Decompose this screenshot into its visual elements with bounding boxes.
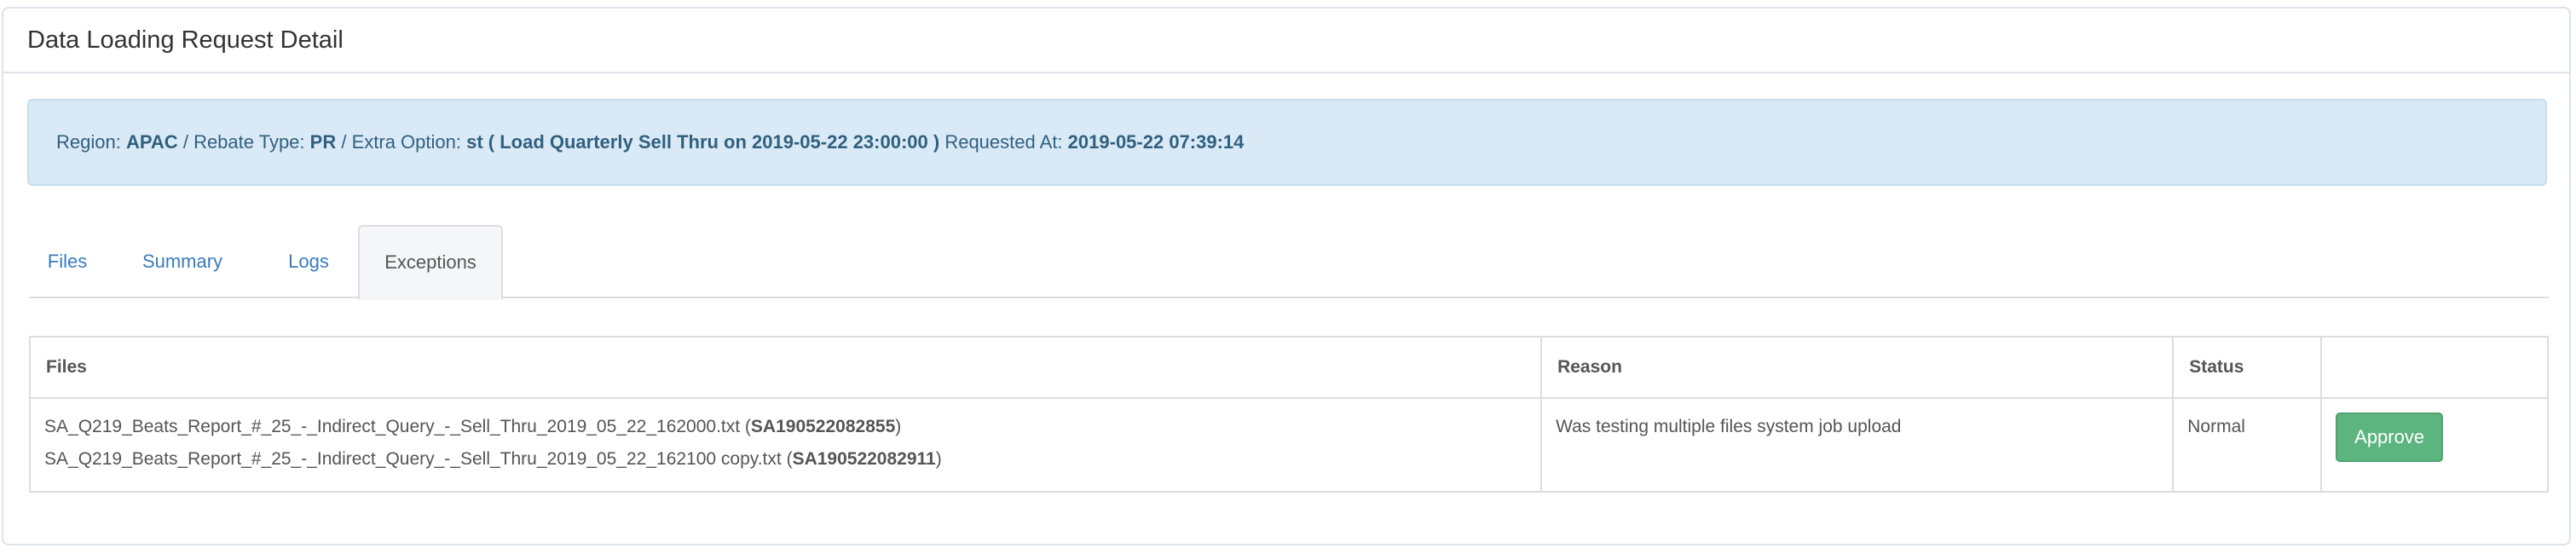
status-cell: Normal <box>2172 397 2323 493</box>
reason-cell: Was testing multiple files system job up… <box>1540 397 2175 493</box>
tab-logs[interactable]: Logs <box>259 225 358 298</box>
table-row: SA_Q219_Beats_Report_#_25_-_Indirect_Que… <box>28 397 2549 493</box>
region-value: APAC <box>125 131 178 153</box>
column-header-reason: Reason <box>1540 336 2175 399</box>
column-header-status: Status <box>2172 336 2323 399</box>
panel-heading: Data Loading Request Detail <box>3 9 2569 73</box>
extra-option-value: st ( Load Quarterly Sell Thru on 2019-05… <box>466 131 940 153</box>
requested-at-value: 2019-05-22 07:39:14 <box>1067 131 1245 153</box>
column-header-files: Files <box>28 336 1543 399</box>
extra-option-label: Extra Option: <box>351 131 461 153</box>
file-entry: SA_Q219_Beats_Report_#_25_-_Indirect_Que… <box>44 417 902 436</box>
rebate-type-value: PR <box>309 131 337 153</box>
file-id: SA190522082911 <box>792 449 936 469</box>
tab-files[interactable]: Files <box>29 225 106 298</box>
request-info-alert: Region: APAC / Rebate Type: PR / Extra O… <box>27 99 2547 186</box>
requested-at-label: Requested At: <box>944 131 1063 153</box>
action-cell: Approve <box>2320 397 2549 493</box>
page-title: Data Loading Request Detail <box>27 26 344 54</box>
request-detail-panel: Data Loading Request Detail Region: APAC… <box>2 7 2571 545</box>
file-name: SA_Q219_Beats_Report_#_25_-_Indirect_Que… <box>44 417 741 436</box>
exceptions-table: Files Reason Status SA_Q219_Beats_Report… <box>28 336 2549 493</box>
file-id: SA190522082855 <box>750 417 896 436</box>
column-header-action <box>2320 336 2549 399</box>
approve-button[interactable]: Approve <box>2336 413 2444 462</box>
detail-tabs: Files Summary Logs Exceptions <box>29 225 2549 300</box>
info-separator: / <box>341 131 347 153</box>
tab-summary[interactable]: Summary <box>123 225 242 298</box>
table-header-row: Files Reason Status <box>28 336 2549 399</box>
region-label: Region: <box>56 131 121 153</box>
file-entry: SA_Q219_Beats_Report_#_25_-_Indirect_Que… <box>44 449 942 469</box>
rebate-type-label: Rebate Type: <box>193 131 305 153</box>
file-name: SA_Q219_Beats_Report_#_25_-_Indirect_Que… <box>44 449 782 469</box>
info-separator: / <box>182 131 188 153</box>
files-cell: SA_Q219_Beats_Report_#_25_-_Indirect_Que… <box>28 397 1543 493</box>
tab-exceptions[interactable]: Exceptions <box>358 225 503 300</box>
